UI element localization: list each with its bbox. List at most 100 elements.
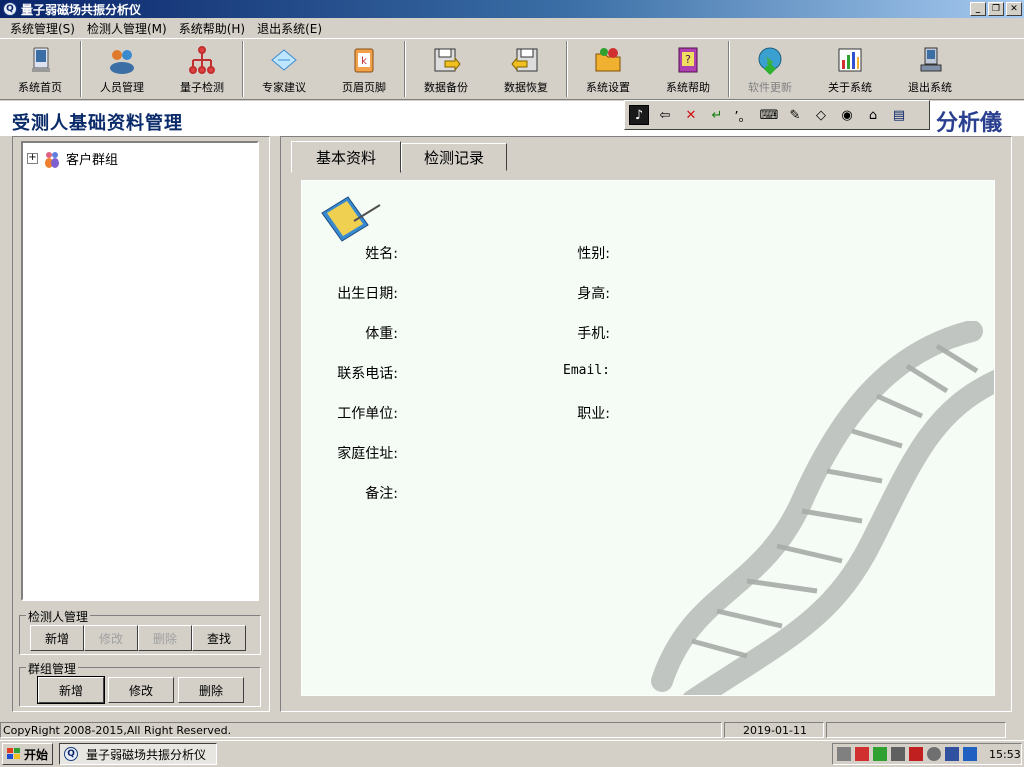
- toolbar-advice-button[interactable]: 专家建议: [244, 39, 324, 99]
- toolbar-about-button[interactable]: 关于系统: [810, 39, 890, 99]
- folder-settings-icon: [595, 48, 621, 72]
- network-tray-icon[interactable]: [873, 747, 887, 761]
- brand-logo-text: 分析儀: [935, 111, 1002, 136]
- tester-search-button[interactable]: 查找: [192, 625, 246, 651]
- menu-exit[interactable]: 退出系统(E): [251, 20, 328, 37]
- enter-icon[interactable]: ↵: [707, 105, 727, 125]
- clipboard-icon: k: [354, 48, 374, 73]
- title-bar: Q 量子弱磁场共振分析仪 _ ❐ ✕: [0, 0, 1024, 18]
- monitor-icon: [32, 47, 50, 72]
- clock-tray-icon[interactable]: [927, 747, 941, 761]
- toolbar-label: 人员管理: [100, 81, 144, 94]
- toolbar-help-button[interactable]: ? 系统帮助: [648, 39, 728, 99]
- menu-help[interactable]: 系统帮助(H): [173, 20, 251, 37]
- tab-test-records[interactable]: 检测记录: [401, 143, 507, 171]
- toolbar-settings-button[interactable]: 系统设置: [568, 39, 648, 99]
- tester-edit-button[interactable]: 修改: [84, 625, 138, 651]
- status-date: 2019-01-11: [724, 722, 824, 738]
- toolbar-backup-button[interactable]: 数据备份: [406, 39, 486, 99]
- handwrite-icon[interactable]: ✎: [785, 105, 805, 125]
- eraser-icon[interactable]: ◇: [811, 105, 831, 125]
- ime-tray-icon[interactable]: [963, 747, 977, 761]
- group-legend: 检测人管理: [26, 608, 91, 625]
- menu-tester[interactable]: 检测人管理(M): [81, 20, 173, 37]
- mouse-icon[interactable]: ⌂: [863, 105, 883, 125]
- toolbar-label: 系统设置: [586, 81, 630, 94]
- system-tray: 15:53: [832, 743, 1022, 765]
- page-title: 受测人基础资料管理: [12, 113, 183, 134]
- keyboard-tray-icon[interactable]: [837, 747, 851, 761]
- group-add-button[interactable]: 新增: [37, 676, 105, 704]
- svg-text:k: k: [361, 56, 367, 67]
- taskbar-app-button[interactable]: Q 量子弱磁场共振分析仪: [59, 743, 218, 765]
- toolbar-restore-button[interactable]: 数据恢复: [486, 39, 566, 99]
- taskbar-clock: 15:53: [989, 747, 1021, 761]
- panel-icon[interactable]: ▤: [889, 105, 909, 125]
- left-panel: + 客户群组 检测人管理 新增 修改 删除 查找 群组管理 新增 修改 删除: [12, 136, 270, 712]
- taskbar: 开始 Q 量子弱磁场共振分析仪 15:53: [0, 740, 1024, 767]
- editor-icon[interactable]: ♪: [629, 105, 649, 125]
- delete-x-icon[interactable]: ✕: [681, 105, 701, 125]
- alert-tray-icon[interactable]: [909, 747, 923, 761]
- globe-update-icon: [758, 47, 782, 75]
- minimize-button[interactable]: _: [970, 2, 986, 16]
- phone-label: 联系电话:: [337, 366, 398, 382]
- group-management-group: 群组管理 新增 修改 删除: [19, 660, 261, 707]
- display-tray-icon[interactable]: [945, 747, 959, 761]
- disk-backup-icon: [434, 48, 461, 72]
- toolbar-detect-button[interactable]: 量子检测: [162, 39, 242, 99]
- menu-system[interactable]: 系统管理(S): [4, 20, 81, 37]
- name-label: 姓名:: [365, 246, 398, 262]
- group-legend: 群组管理: [26, 660, 79, 677]
- app-icon: Q: [64, 747, 79, 761]
- punctuation-icon[interactable]: ’。: [733, 105, 753, 125]
- toolbar-label: 页眉页脚: [342, 81, 386, 94]
- tree-node-customer-group[interactable]: + 客户群组: [27, 149, 118, 168]
- group-people-icon: [45, 151, 59, 168]
- toolbar-label: 软件更新: [748, 81, 792, 94]
- app-tray-icon[interactable]: [855, 747, 869, 761]
- status-bar: CopyRight 2008-2015,All Right Reserved. …: [0, 721, 1024, 739]
- window-controls: _ ❐ ✕: [970, 2, 1022, 16]
- toolbar-header-footer-button[interactable]: k 页眉页脚: [324, 39, 404, 99]
- keyboard-icon[interactable]: ⌨: [759, 105, 779, 125]
- windows-logo-icon: [7, 748, 20, 759]
- tree-expander[interactable]: +: [27, 153, 38, 164]
- toolbar-label: 数据恢复: [504, 81, 548, 94]
- toolbar-label: 退出系统: [908, 81, 952, 94]
- toolbar-label: 专家建议: [262, 81, 306, 94]
- start-label: 开始: [24, 747, 49, 762]
- tab-basic-info[interactable]: 基本资料: [291, 141, 401, 173]
- toolbar-people-button[interactable]: 人员管理: [82, 39, 162, 99]
- height-label: 身高:: [577, 286, 610, 302]
- remarks-label: 备注:: [365, 486, 398, 502]
- toolbar-exit-button[interactable]: 退出系统: [890, 39, 970, 99]
- group-edit-button[interactable]: 修改: [108, 677, 174, 703]
- floating-toolbar: ♪ ⇦ ✕ ↵ ’。 ⌨ ✎ ◇ ◉ ⌂ ▤: [624, 100, 930, 130]
- customer-tree[interactable]: + 客户群组: [21, 141, 259, 601]
- chart-icon: [838, 48, 862, 72]
- tester-delete-button[interactable]: 删除: [138, 625, 192, 651]
- mobile-label: 手机:: [577, 326, 610, 342]
- toolbar-label: 系统帮助: [666, 81, 710, 94]
- start-button[interactable]: 开始: [2, 743, 54, 765]
- group-delete-button[interactable]: 删除: [178, 677, 244, 703]
- disk-restore-icon: [511, 48, 538, 72]
- close-button[interactable]: ✕: [1006, 2, 1022, 16]
- help-book-icon: ?: [678, 47, 698, 73]
- back-arrow-icon[interactable]: ⇦: [655, 105, 675, 125]
- volume-icon[interactable]: [891, 747, 905, 761]
- toolbar-home-button[interactable]: 系统首页: [0, 39, 80, 99]
- restore-button[interactable]: ❐: [988, 2, 1004, 16]
- note-icon: [271, 49, 297, 71]
- occupation-label: 职业:: [577, 406, 610, 422]
- toolbar: 系统首页 人员管理 量子检测 专家建议 k 页眉页脚 数据备份 数据恢复 系统设…: [0, 38, 1024, 100]
- status-empty: [826, 722, 1006, 738]
- tester-add-button[interactable]: 新增: [30, 625, 84, 651]
- dna-helix-decoration: [651, 321, 994, 695]
- people-icon: [110, 50, 134, 74]
- email-label: Email:: [563, 363, 610, 378]
- toolbar-label: 系统首页: [18, 81, 62, 94]
- toolbar-update-button[interactable]: 软件更新: [730, 39, 810, 99]
- eye-icon[interactable]: ◉: [837, 105, 857, 125]
